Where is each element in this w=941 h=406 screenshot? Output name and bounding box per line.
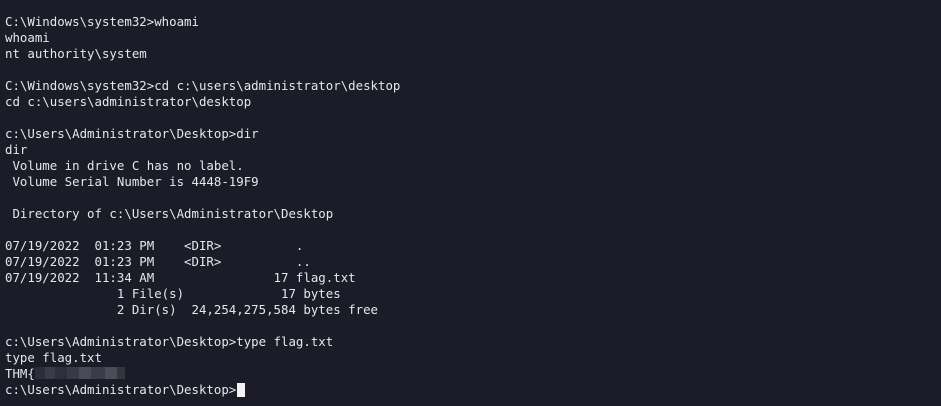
terminal-line: Volume in drive C has no label. [5, 158, 244, 173]
terminal-line: type flag.txt [5, 350, 102, 365]
terminal-line: Volume Serial Number is 4448-19F9 [5, 174, 259, 189]
terminal-line: 07/19/2022 01:23 PM <DIR> . [5, 238, 304, 253]
terminal-line: nt authority\system [5, 46, 147, 61]
terminal-line: c:\Users\Administrator\Desktop>type flag… [5, 334, 334, 349]
terminal-line: 07/19/2022 11:34 AM 17 flag.txt [5, 270, 356, 285]
text-cursor[interactable] [237, 383, 246, 397]
redacted-flag-blur [34, 367, 125, 379]
terminal-line: 07/19/2022 01:23 PM <DIR> .. [5, 254, 311, 269]
flag-prefix: THM{ [5, 366, 35, 381]
terminal-window[interactable]: C:\Windows\system32>whoami whoami nt aut… [0, 0, 941, 406]
terminal-line: cd c:\users\administrator\desktop [5, 94, 252, 109]
terminal-line: C:\Windows\system32>whoami [5, 14, 199, 29]
terminal-line: C:\Windows\system32>cd c:\users\administ… [5, 78, 401, 93]
terminal-line: Directory of c:\Users\Administrator\Desk… [5, 206, 334, 221]
terminal-line: dir [5, 142, 28, 157]
active-prompt-line[interactable]: c:\Users\Administrator\Desktop> [5, 382, 941, 398]
terminal-line: c:\Users\Administrator\Desktop>dir [5, 126, 259, 141]
terminal-line: 2 Dir(s) 24,254,275,584 bytes free [5, 302, 378, 317]
flag-output-line: THM{ [5, 366, 941, 382]
terminal-line: whoami [5, 30, 50, 45]
terminal-line: 1 File(s) 17 bytes [5, 286, 341, 301]
prompt-text: c:\Users\Administrator\Desktop> [5, 382, 237, 397]
